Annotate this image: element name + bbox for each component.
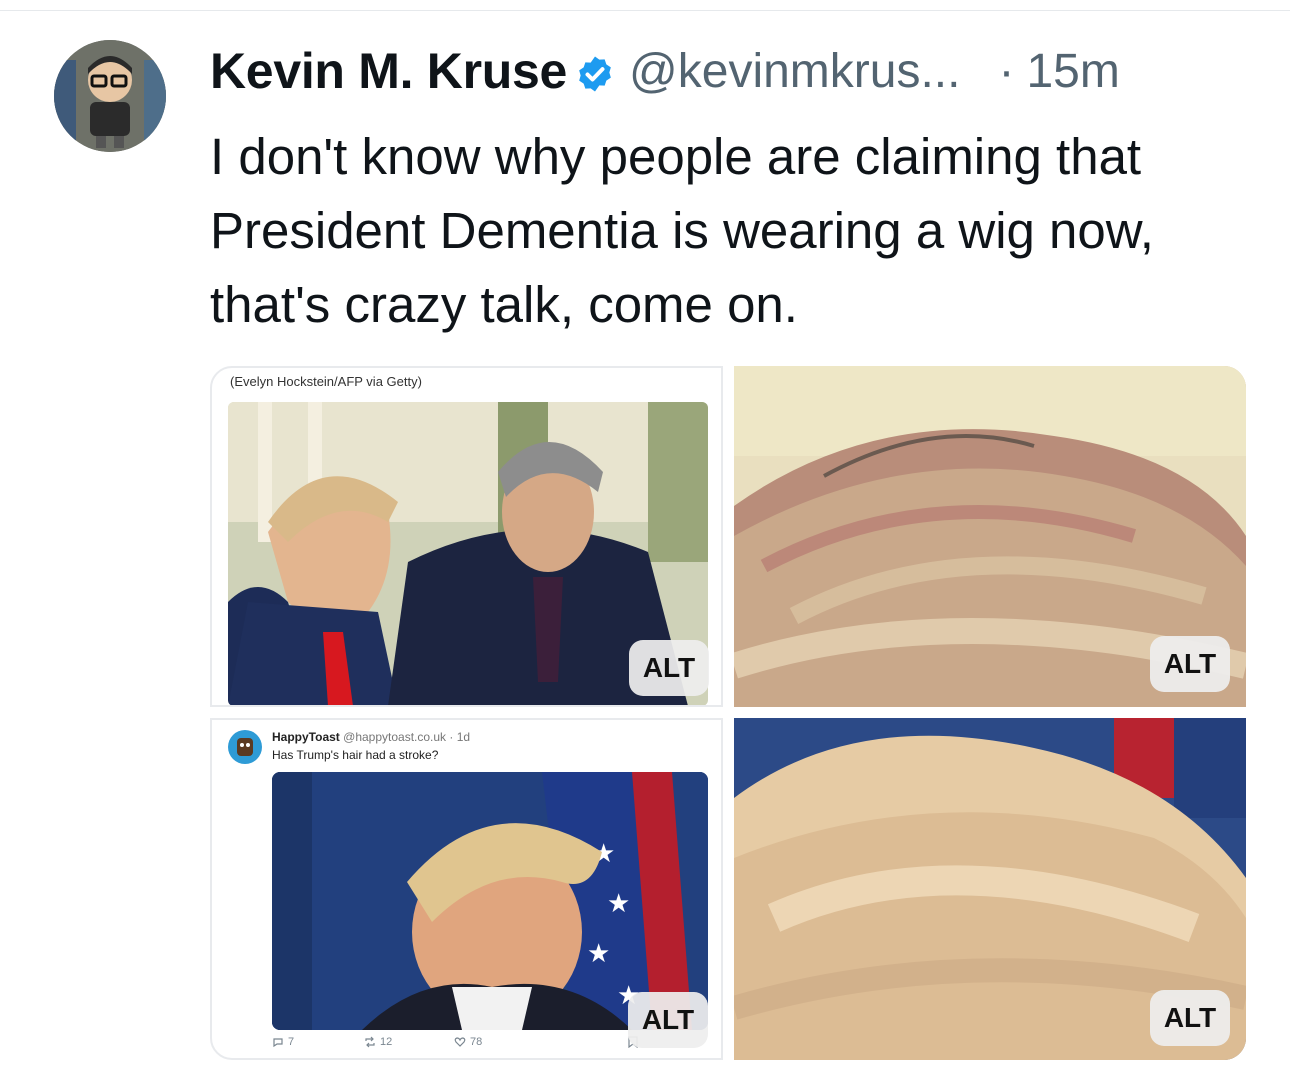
verified-badge-icon bbox=[579, 56, 611, 92]
repost-icon bbox=[365, 1036, 375, 1048]
alt-badge[interactable]: ALT bbox=[629, 640, 709, 696]
alt-badge[interactable]: ALT bbox=[628, 992, 708, 1048]
reply-action: 7 bbox=[272, 1036, 294, 1048]
happytoast-avatar bbox=[228, 730, 262, 764]
separator-dot: · bbox=[998, 44, 1015, 98]
toast-icon bbox=[237, 738, 253, 756]
media-grid: (Evelyn Hockstein/AFP via Getty) ALT ALT… bbox=[210, 366, 1246, 1060]
repost-action: 12 bbox=[364, 1036, 392, 1048]
embedded-post-header: HappyToast @happytoast.co.uk · 1d bbox=[272, 730, 470, 744]
media-image-3[interactable]: HappyToast @happytoast.co.uk · 1d Has Tr… bbox=[210, 718, 723, 1060]
author-avatar[interactable] bbox=[54, 40, 166, 152]
svg-text:★: ★ bbox=[607, 889, 630, 919]
media-image-4[interactable]: ALT bbox=[734, 718, 1246, 1060]
author-name[interactable]: Kevin M. Kruse bbox=[210, 42, 567, 100]
media-image-2[interactable]: ALT bbox=[734, 366, 1246, 707]
top-divider bbox=[0, 10, 1290, 11]
avatar-figure-icon bbox=[54, 40, 166, 152]
svg-text:★: ★ bbox=[587, 939, 610, 969]
media-image-1[interactable]: (Evelyn Hockstein/AFP via Getty) ALT bbox=[210, 366, 723, 707]
photo-credit: (Evelyn Hockstein/AFP via Getty) bbox=[230, 374, 422, 389]
embedded-handle-time: @happytoast.co.uk · 1d bbox=[343, 730, 471, 744]
reply-count: 7 bbox=[288, 1036, 295, 1048]
embedded-post-text: Has Trump's hair had a stroke? bbox=[272, 748, 439, 762]
embedded-author: HappyToast bbox=[272, 730, 340, 744]
like-count: 78 bbox=[470, 1036, 483, 1048]
like-action: 78 bbox=[454, 1036, 482, 1048]
reply-icon bbox=[273, 1038, 283, 1048]
author-handle[interactable]: @kevinmkrus... bbox=[629, 44, 960, 99]
repost-count: 12 bbox=[380, 1036, 393, 1048]
alt-badge[interactable]: ALT bbox=[1150, 990, 1230, 1046]
tweet-text: I don't know why people are claiming tha… bbox=[210, 128, 1154, 333]
heart-icon bbox=[454, 1037, 466, 1047]
alt-badge[interactable]: ALT bbox=[1150, 636, 1230, 692]
tweet-header: Kevin M. Kruse @kevinmkrus... · 15m bbox=[210, 38, 1120, 104]
post-time[interactable]: 15m bbox=[1026, 44, 1119, 99]
